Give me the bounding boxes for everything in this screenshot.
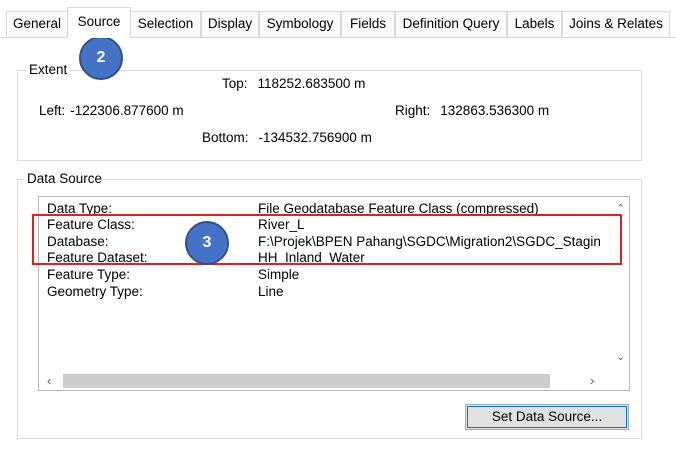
- extent-top: Top: 118252.683500 m: [222, 76, 365, 91]
- tab-definition-query[interactable]: Definition Query: [395, 11, 507, 37]
- extent-top-label: Top:: [222, 76, 248, 91]
- extent-right-value: 132863.536300 m: [440, 103, 550, 118]
- extent-bottom-value: -134532.756900 m: [258, 130, 372, 145]
- tab-selection[interactable]: Selection: [130, 11, 201, 37]
- extent-right-label: Right:: [395, 103, 431, 118]
- tab-strip: General Source Selection Display Symbolo…: [0, 0, 676, 40]
- extent-left-value: -122306.877600 m: [70, 103, 184, 118]
- row-value: Simple: [258, 267, 300, 282]
- annotation-badge-2: 2: [79, 36, 123, 80]
- tab-symbology[interactable]: Symbology: [259, 11, 341, 37]
- tab-fields[interactable]: Fields: [341, 11, 395, 37]
- extent-left: Left: -122306.877600 m: [39, 103, 184, 118]
- extent-right: Right: 132863.536300 m: [395, 103, 549, 118]
- scroll-down-icon[interactable]: ⌄: [616, 351, 625, 363]
- extent-left-label: Left:: [39, 103, 66, 118]
- tab-joins-relates[interactable]: Joins & Relates: [562, 11, 670, 37]
- scroll-left-icon[interactable]: ‹: [47, 374, 51, 387]
- set-data-source-button[interactable]: Set Data Source...: [465, 404, 629, 430]
- highlight-box: [32, 214, 622, 265]
- row-value: Line: [258, 284, 284, 299]
- horizontal-scrollbar[interactable]: ‹ ›: [39, 372, 612, 390]
- extent-top-value: 118252.683500 m: [257, 76, 366, 91]
- row-key: Geometry Type:: [47, 284, 143, 299]
- row-key: Feature Type:: [47, 267, 131, 282]
- annotation-badge-3: 3: [185, 221, 229, 265]
- extent-bottom-label: Bottom:: [202, 130, 249, 145]
- set-data-source-label: Set Data Source...: [491, 409, 603, 424]
- data-source-legend: Data Source: [24, 171, 106, 187]
- scroll-right-icon[interactable]: ›: [590, 374, 594, 387]
- extent-legend: Extent: [26, 62, 71, 78]
- tab-source[interactable]: Source: [67, 7, 131, 38]
- tab-labels[interactable]: Labels: [507, 11, 562, 37]
- tab-general[interactable]: General: [6, 11, 68, 37]
- tab-display[interactable]: Display: [201, 11, 259, 37]
- horizontal-scroll-thumb[interactable]: [63, 374, 550, 388]
- extent-bottom: Bottom: -134532.756900 m: [202, 130, 372, 145]
